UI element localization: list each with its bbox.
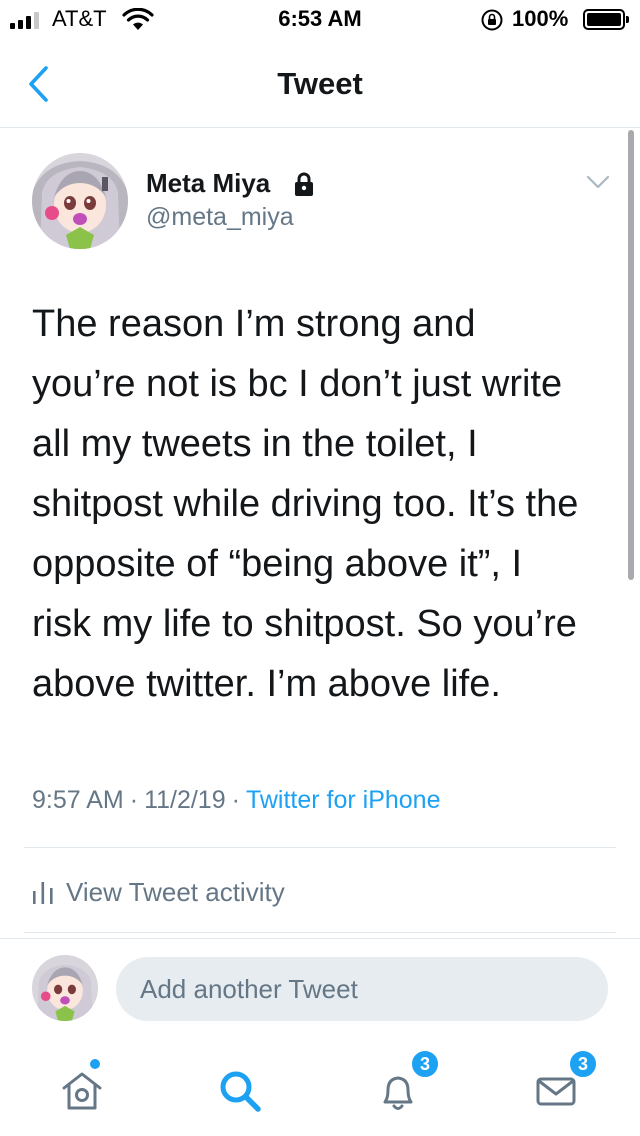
orientation-lock-icon xyxy=(481,9,503,31)
page-title: Tweet xyxy=(277,66,363,101)
navigation-bar: Tweet xyxy=(0,40,640,128)
tweet-date: 11/2/19 xyxy=(144,786,226,814)
divider xyxy=(24,847,616,848)
messages-badge: 3 xyxy=(568,1049,598,1079)
divider xyxy=(24,932,616,933)
view-tweet-activity-button[interactable]: View Tweet activity xyxy=(32,872,285,912)
tab-search[interactable] xyxy=(200,1051,280,1131)
lock-icon xyxy=(295,172,313,196)
author-avatar[interactable] xyxy=(32,153,128,249)
tab-messages[interactable]: 3 xyxy=(516,1049,598,1131)
tweet-time: 9:57 AM xyxy=(32,786,124,814)
tweet-source-link[interactable]: Twitter for iPhone xyxy=(246,786,441,814)
home-icon xyxy=(62,1072,102,1110)
new-content-indicator xyxy=(88,1057,102,1071)
chevron-down-icon xyxy=(586,175,610,189)
view-tweet-activity-label: View Tweet activity xyxy=(66,876,285,907)
tweet-metadata: 9:57 AM · 11/2/19 · Twitter for iPhone xyxy=(32,786,440,815)
scrollbar[interactable] xyxy=(628,130,634,580)
battery-percentage: 100% xyxy=(512,6,569,31)
author-handle[interactable]: @meta_miya xyxy=(146,203,294,232)
tab-home[interactable] xyxy=(42,1051,122,1131)
tab-notifications[interactable]: 3 xyxy=(358,1049,440,1131)
divider xyxy=(0,938,640,939)
separator-dot: · xyxy=(129,786,139,814)
tab-bar: 3 3 xyxy=(0,1043,640,1136)
battery-icon xyxy=(583,9,629,30)
tweet-options-button[interactable] xyxy=(586,174,610,195)
separator-dot: · xyxy=(231,786,240,814)
add-another-tweet-input[interactable]: Add another Tweet xyxy=(116,957,608,1021)
notifications-badge: 3 xyxy=(410,1049,440,1079)
tweet-text: The reason I’m strong and you’re not is … xyxy=(32,303,579,705)
bar-chart-icon xyxy=(33,882,53,904)
user-avatar[interactable] xyxy=(32,955,98,1021)
author-name[interactable]: Meta Miya xyxy=(146,168,270,199)
status-bar: AT&T 6:53 AM 100% xyxy=(0,0,640,40)
search-icon xyxy=(220,1071,261,1112)
